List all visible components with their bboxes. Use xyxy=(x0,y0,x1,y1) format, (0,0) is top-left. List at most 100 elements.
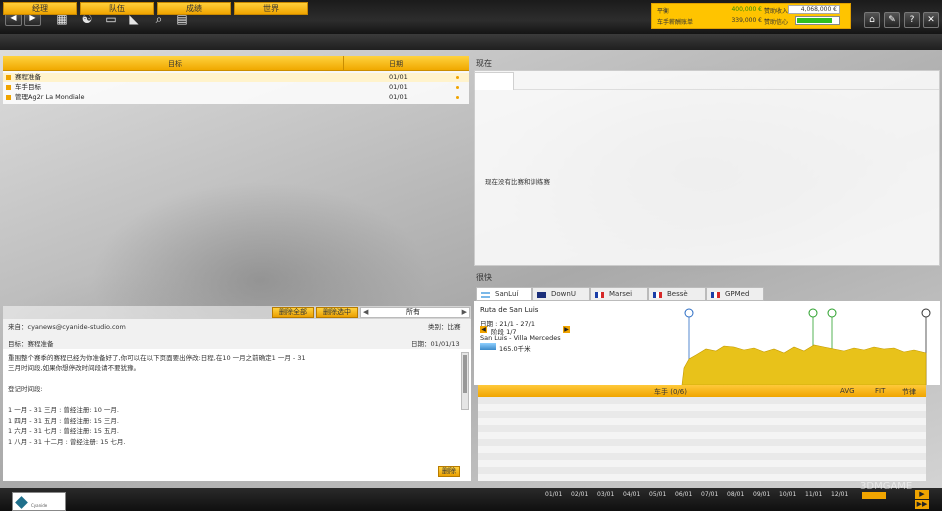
current-empty-text: 现在没有比赛和训练赛 xyxy=(485,178,550,186)
close-icon[interactable]: ✕ xyxy=(923,12,939,28)
chevron-right-icon[interactable]: ▶ xyxy=(462,308,467,317)
play-button[interactable]: ▶ xyxy=(915,490,929,499)
col-date: 日期 xyxy=(389,60,403,68)
tab-team[interactable]: 队伍 xyxy=(80,2,154,15)
race-tab-label: Bessè xyxy=(667,290,688,298)
date-value: 01/01/13 xyxy=(430,340,460,348)
status-dot-icon xyxy=(456,96,459,99)
timeline-date[interactable]: 11/01 xyxy=(805,491,822,498)
bullet-icon xyxy=(6,85,11,90)
objective-date: 01/01 xyxy=(389,73,408,81)
race-info-panel: Ruta de San Luis 日期 : 21/1 - 27/1 ◀ 阶段 1… xyxy=(474,301,940,385)
objective-label: 赛程准备 xyxy=(15,73,41,81)
chevron-left-icon[interactable]: ◀ xyxy=(363,308,368,317)
race-tab-label: Marsei xyxy=(609,290,633,298)
timeline-date[interactable]: 05/01 xyxy=(649,491,666,498)
tab-race-besseges[interactable]: Bessè xyxy=(648,287,706,301)
objective-row[interactable]: 赛程准备 01/01 xyxy=(3,73,469,82)
tab-manager[interactable]: 经理 xyxy=(3,2,77,15)
bullet-icon xyxy=(6,75,11,80)
message-body-line: 登记时间段: xyxy=(8,385,43,393)
category-value: 比赛 xyxy=(447,323,461,331)
objective-date: 01/01 xyxy=(389,83,408,91)
sprint-marker-icon xyxy=(827,308,837,318)
race-tab-label: GPMed xyxy=(725,290,750,298)
objective-label: 管理Ag2r La Mondiale xyxy=(15,93,85,101)
message-scrollbar[interactable] xyxy=(461,352,469,410)
filter-value: 所有 xyxy=(406,308,420,316)
tab-race-sanluis[interactable]: SanLuí xyxy=(476,287,532,301)
delete-all-button[interactable]: 删除全部 xyxy=(272,307,314,318)
category-line: 类别：比赛 xyxy=(428,321,461,331)
australia-flag-icon xyxy=(537,292,546,298)
bullet-icon xyxy=(6,95,11,100)
stage-next-button[interactable]: ▶ xyxy=(563,326,570,333)
message-body-line: 1 四月 - 31 五月 : 曾经注册: 15 三月. xyxy=(8,417,119,425)
timeline-date[interactable]: 09/01 xyxy=(753,491,770,498)
objective-row[interactable]: 管理Ag2r La Mondiale 01/01 xyxy=(3,93,469,102)
cyanide-logo: Cyanide xyxy=(12,492,66,511)
wrench-icon[interactable]: ✎ xyxy=(884,12,900,28)
tab-world[interactable]: 世界 xyxy=(234,2,308,15)
divider xyxy=(475,89,939,90)
watermark: 3DMGAME xyxy=(860,481,913,492)
tab-race-marseille[interactable]: Marsei xyxy=(590,287,648,301)
timeline-date[interactable]: 06/01 xyxy=(675,491,692,498)
date-timeline[interactable]: 01/01 02/01 03/01 04/01 05/01 06/01 07/0… xyxy=(545,491,875,509)
timeline-date[interactable]: 01/01 xyxy=(545,491,562,498)
message-body-line: 重围整个赛季的赛程已经为你准备好了,你可以在以下页面要出停改:日程,在10 一月… xyxy=(8,354,306,362)
timeline-date[interactable]: 08/01 xyxy=(727,491,744,498)
timeline-date[interactable]: 03/01 xyxy=(597,491,614,498)
sponsor-income-label: 赞助收入 xyxy=(764,8,789,15)
riders-header: 车手 (0/6) AVG FIT 节律 xyxy=(478,385,926,397)
timeline-date[interactable]: 04/01 xyxy=(623,491,640,498)
col-rhythm[interactable]: 节律 xyxy=(902,387,916,397)
col-divider xyxy=(343,56,344,71)
timeline-date[interactable]: 07/01 xyxy=(701,491,718,498)
objectives-header: 目标 日期 xyxy=(3,56,469,71)
filter-select[interactable]: ◀ 所有 ▶ xyxy=(360,307,470,318)
stage-prev-button[interactable]: ◀ xyxy=(480,326,487,333)
col-avg[interactable]: AVG xyxy=(840,387,855,395)
stage-route: San Luis - Villa Mercedes xyxy=(480,334,561,342)
stage-profile xyxy=(681,308,931,385)
home-icon[interactable]: ⌂ xyxy=(864,12,880,28)
date-line: 日期：01/01/13 xyxy=(411,338,460,348)
help-icon[interactable]: ? xyxy=(904,12,920,28)
start-marker-icon xyxy=(684,308,694,318)
delete-button[interactable]: 删除 xyxy=(438,466,460,477)
riders-count: 车手 (0/6) xyxy=(654,388,687,396)
from-label: 来自： xyxy=(8,323,28,331)
timeline-date[interactable]: 10/01 xyxy=(779,491,796,498)
main-nav xyxy=(0,34,942,50)
subject-line: 目标：赛程准备 xyxy=(8,338,54,348)
objective-row[interactable]: 车手目标 01/01 xyxy=(3,83,469,92)
from-value: cyanews@cyanide-studio.com xyxy=(27,323,126,331)
fast-forward-button[interactable]: ▶▶ xyxy=(915,500,929,509)
tab-race-gpmed[interactable]: GPMed xyxy=(706,287,764,301)
sponsor-trust-gauge xyxy=(795,16,840,25)
message-body-line: 三月时间段,如果你想停改时间段请不要犹豫。 xyxy=(8,364,141,372)
delete-selected-button[interactable]: 删除选中 xyxy=(316,307,358,318)
stage-distance: 165.0千米 xyxy=(499,345,531,353)
col-fit[interactable]: FIT xyxy=(875,387,885,395)
objective-date: 01/01 xyxy=(389,93,408,101)
tab-results[interactable]: 成绩 xyxy=(157,2,231,15)
balance-label: 平衡 xyxy=(657,8,670,15)
current-title: 现在 xyxy=(476,59,492,68)
status-dot-icon xyxy=(456,86,459,89)
current-events-panel: 现在没有比赛和训练赛 xyxy=(474,70,940,266)
france-flag-icon xyxy=(595,292,604,298)
riders-list xyxy=(478,397,926,481)
objective-label: 车手目标 xyxy=(15,83,41,91)
race-tab-label: DownU xyxy=(551,290,576,298)
current-tab[interactable] xyxy=(474,72,514,90)
tab-race-downunder[interactable]: DownU xyxy=(532,287,590,301)
timeline-date[interactable]: 02/01 xyxy=(571,491,588,498)
timeline-progress xyxy=(862,492,886,499)
message-body-line: 1 六月 - 31 七月 : 曾经注册: 15 五月. xyxy=(8,427,119,435)
elevation-profile xyxy=(681,344,927,385)
race-name: Ruta de San Luis xyxy=(480,306,539,314)
scroll-thumb[interactable] xyxy=(463,355,467,393)
timeline-date[interactable]: 12/01 xyxy=(831,491,848,498)
